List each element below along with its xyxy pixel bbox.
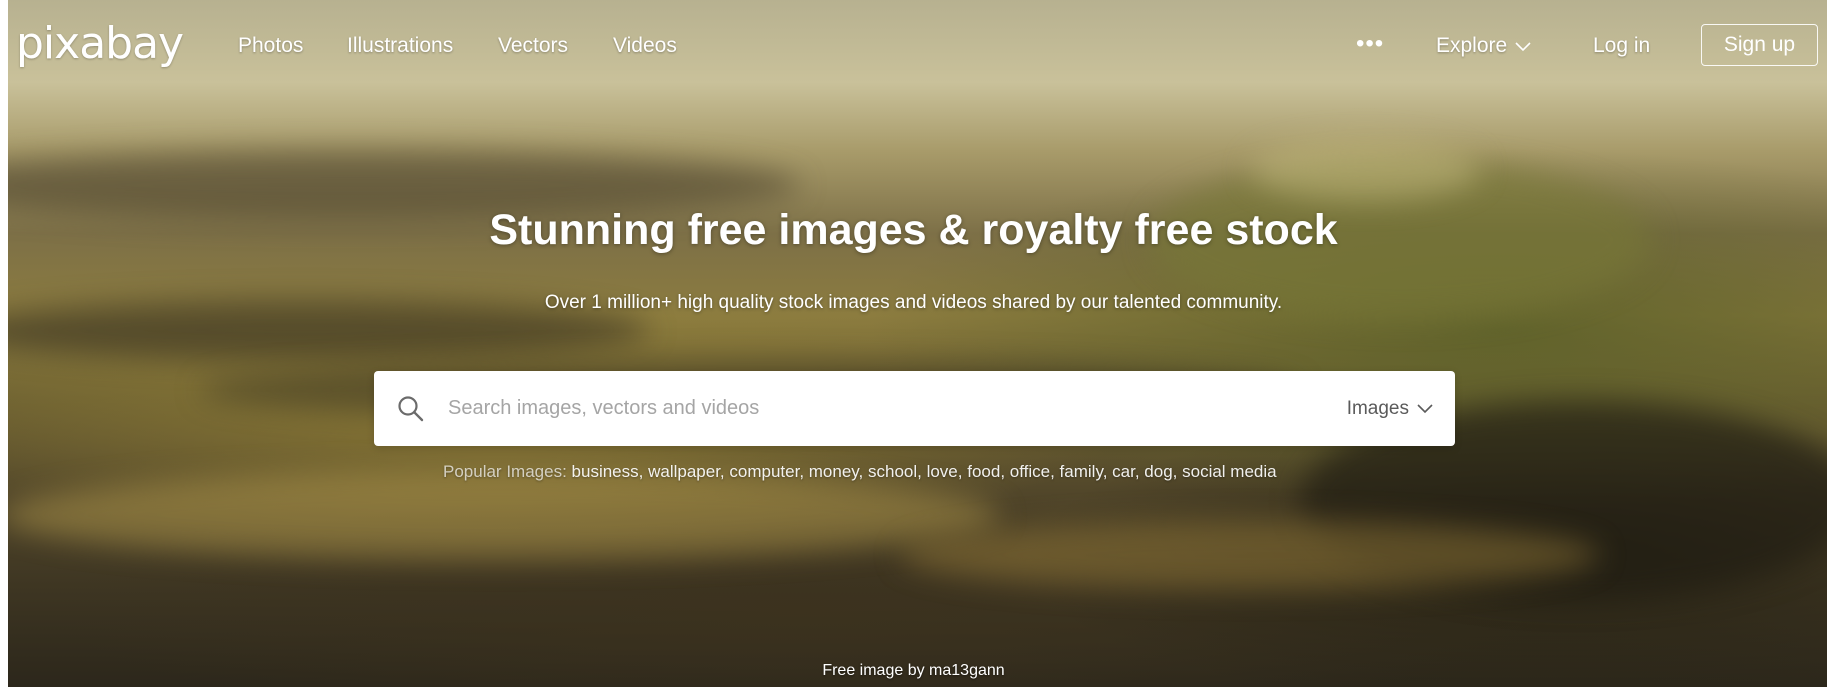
search-input[interactable] (448, 371, 1331, 446)
nav-photos[interactable]: Photos (238, 34, 303, 58)
popular-images: Popular Images: business, wallpaper, com… (443, 462, 1277, 482)
chevron-down-icon (1515, 34, 1531, 58)
popular-label: Popular Images: (443, 462, 567, 481)
popular-term-link[interactable]: family (1060, 462, 1103, 481)
nav-illustrations[interactable]: Illustrations (347, 34, 453, 58)
popular-term-link[interactable]: love (927, 462, 958, 481)
search-bar: Images (374, 371, 1455, 446)
image-credit[interactable]: Free image by ma13gann (0, 662, 1827, 680)
hero-background-image (0, 0, 1827, 687)
search-icon[interactable] (374, 371, 448, 446)
top-navigation: pixabay Photos Illustrations Vectors Vid… (0, 0, 1827, 95)
hero-title: Stunning free images & royalty free stoc… (489, 206, 1338, 254)
wave-shape (0, 470, 1000, 560)
popular-term-link[interactable]: office (1010, 462, 1050, 481)
popular-term-link[interactable]: business (572, 462, 639, 481)
popular-term-link[interactable]: dog (1144, 462, 1172, 481)
popular-terms: business, wallpaper, computer, money, sc… (571, 462, 1277, 481)
left-edge (0, 0, 8, 687)
more-menu-icon[interactable]: ••• (1356, 30, 1384, 58)
popular-term-link[interactable]: car (1112, 462, 1135, 481)
explore-label: Explore (1436, 34, 1508, 57)
signup-button[interactable]: Sign up (1701, 24, 1818, 66)
nav-videos[interactable]: Videos (613, 34, 677, 58)
search-type-label: Images (1346, 397, 1409, 419)
popular-term-link[interactable]: school (868, 462, 917, 481)
nav-vectors[interactable]: Vectors (498, 34, 568, 58)
explore-menu[interactable]: Explore (1436, 34, 1531, 58)
hero-subtitle: Over 1 million+ high quality stock image… (544, 292, 1283, 313)
search-type-select[interactable]: Images (1331, 398, 1455, 420)
pixabay-logo[interactable]: pixabay (16, 18, 184, 69)
wave-shape (1250, 140, 1480, 200)
popular-term-link[interactable]: social media (1182, 462, 1277, 481)
popular-term-link[interactable]: money (809, 462, 859, 481)
login-link[interactable]: Log in (1593, 34, 1650, 58)
popular-term-link[interactable]: wallpaper (648, 462, 720, 481)
chevron-down-icon (1417, 398, 1433, 420)
wave-shape (900, 520, 1600, 590)
popular-term-link[interactable]: computer (729, 462, 799, 481)
popular-term-link[interactable]: food (967, 462, 1000, 481)
